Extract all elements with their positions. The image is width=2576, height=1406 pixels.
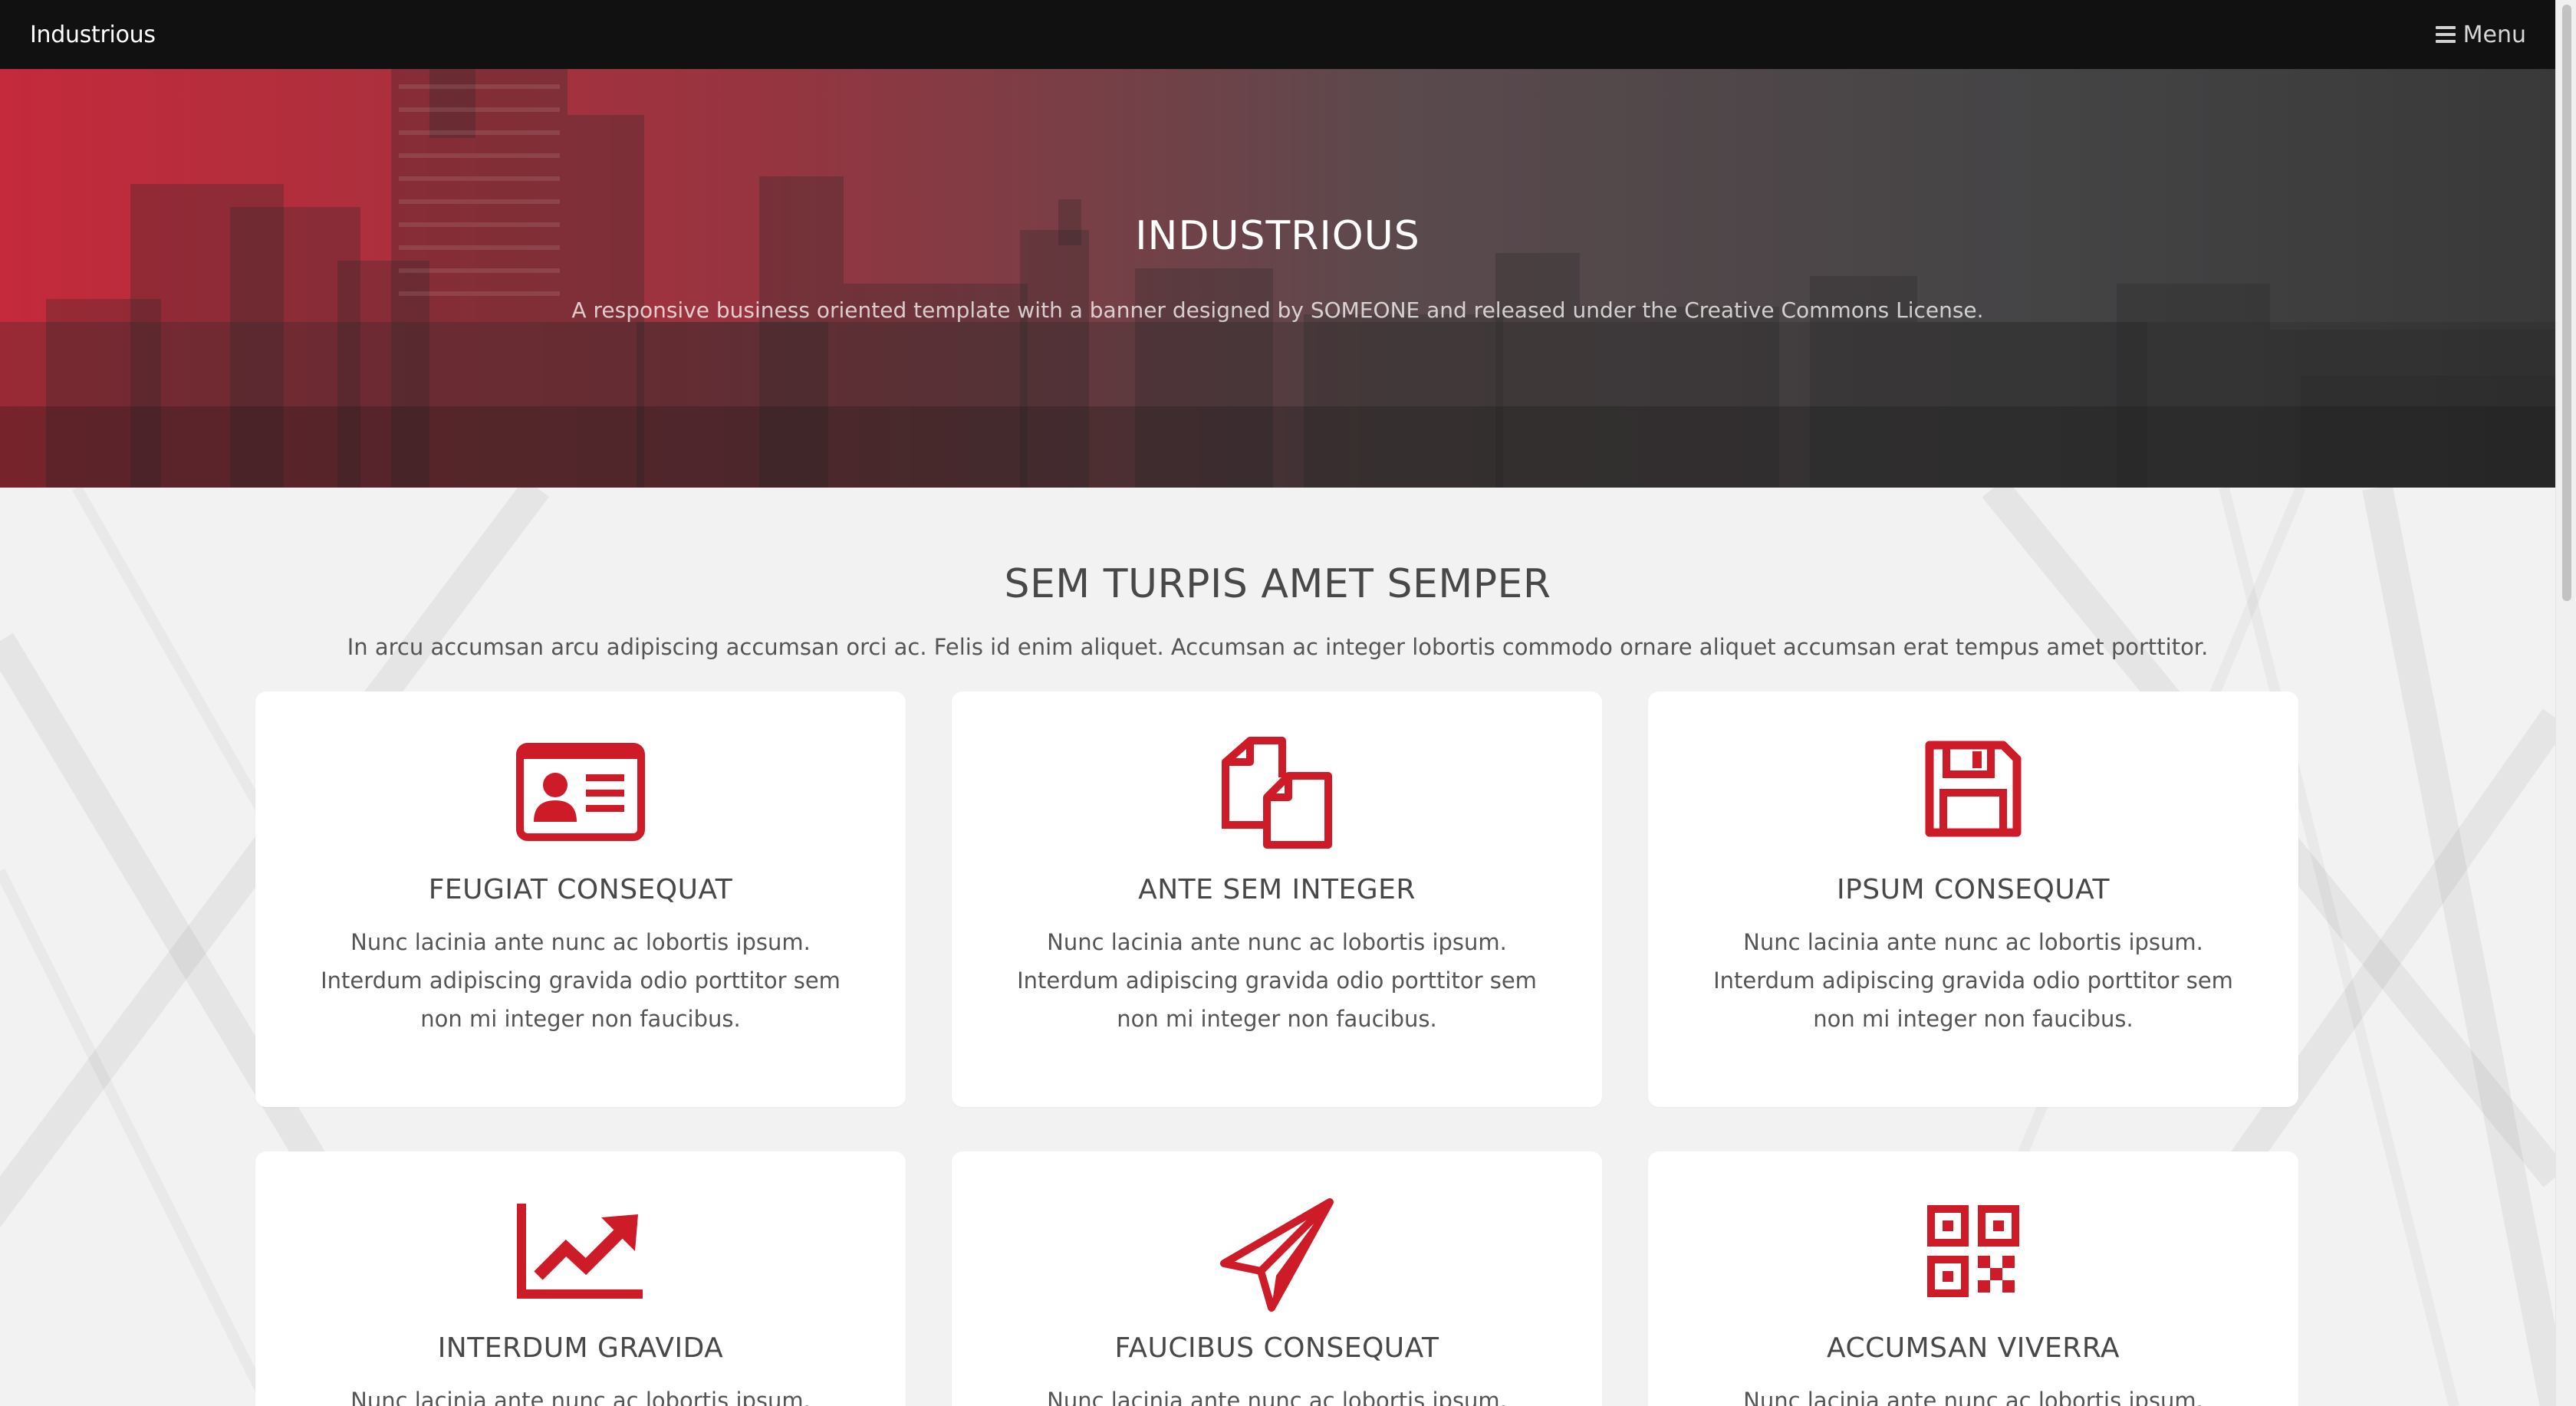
brand-logo-link[interactable]: Industrious [30,21,156,48]
features-section: SEM TURPIS AMET SEMPER In arcu accumsan … [0,488,2555,1406]
id-card-icon [255,742,906,842]
feature-card: ACCUMSAN VIVERRA Nunc lacinia ante nunc … [1648,1151,2298,1406]
menu-button[interactable]: Menu [2435,21,2526,48]
menu-label: Menu [2462,21,2526,48]
top-nav-bar: Industrious Menu [0,0,2555,69]
card-title: FAUCIBUS CONSEQUAT [1114,1332,1439,1364]
card-title: INTERDUM GRAVIDA [437,1332,724,1364]
banner-title: INDUSTRIOUS [1135,213,1420,259]
card-text: Nunc lacinia ante nunc ac lobortis ipsum… [1713,929,2233,1032]
section-title: SEM TURPIS AMET SEMPER [1004,561,1551,607]
card-title: ANTE SEM INTEGER [1138,874,1416,905]
floppy-disk-icon [1648,739,2298,839]
feature-card: IPSUM CONSEQUAT Nunc lacinia ante nunc a… [1648,692,2298,1107]
card-text: Nunc lacinia ante nunc ac lobortis ipsum… [350,1388,811,1406]
paper-plane-icon [952,1197,1602,1312]
card-title: ACCUMSAN VIVERRA [1826,1332,2120,1364]
chart-line-icon [255,1201,906,1300]
feature-card: FEUGIAT CONSEQUAT Nunc lacinia ante nunc… [255,692,906,1107]
card-text: Nunc lacinia ante nunc ac lobortis ipsum… [321,929,841,1032]
hamburger-icon [2435,26,2456,43]
card-text: Nunc lacinia ante nunc ac lobortis ipsum… [1017,929,1537,1032]
hero-banner: INDUSTRIOUS A responsive business orient… [0,69,2555,488]
feature-card: FAUCIBUS CONSEQUAT Nunc lacinia ante nun… [952,1151,1602,1406]
section-description: In arcu accumsan arcu adipiscing accumsa… [347,634,2209,660]
copy-files-icon [952,736,1602,851]
page: Industrious Menu INDUSTRIOUS A responsiv… [0,0,2576,1406]
card-text: Nunc lacinia ante nunc ac lobortis ipsum… [1047,1388,1507,1406]
city-skyline-image [0,69,2555,488]
feature-card: ANTE SEM INTEGER Nunc lacinia ante nunc … [952,692,1602,1107]
banner-subtitle: A responsive business oriented template … [571,297,1984,323]
feature-card: INTERDUM GRAVIDA Nunc lacinia ante nunc … [255,1151,906,1406]
card-title: FEUGIAT CONSEQUAT [428,874,733,905]
scrollbar-thumb[interactable] [2562,5,2571,601]
qr-code-icon [1648,1205,2298,1297]
card-text: Nunc lacinia ante nunc ac lobortis ipsum… [1743,1388,2203,1406]
vertical-scrollbar[interactable] [2555,0,2576,1406]
card-title: IPSUM CONSEQUAT [1836,874,2110,905]
